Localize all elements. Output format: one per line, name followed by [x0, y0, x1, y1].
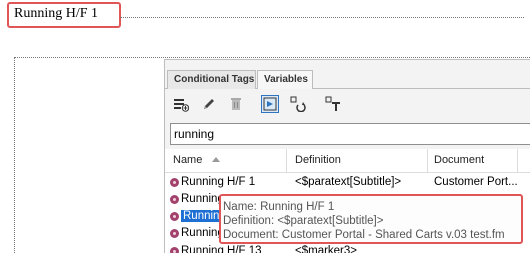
delete-variable-button[interactable] [227, 95, 245, 113]
delete-trash-icon [231, 98, 241, 110]
row-document: Customer Port... [434, 176, 518, 188]
variables-toolbar [165, 90, 530, 118]
table-header: Name Definition Document [165, 149, 530, 173]
column-header-name[interactable]: Name [173, 154, 202, 166]
row-name: Runnin [181, 210, 222, 222]
variable-icon [170, 195, 179, 204]
insert-variable-icon [263, 97, 277, 111]
variable-tooltip: Name: Running H/F 1 Definition: <$parate… [219, 194, 523, 244]
row-name: Running H/F 13 [181, 245, 262, 253]
convert-variable-button[interactable] [289, 95, 307, 113]
sort-ascending-icon [212, 157, 220, 162]
column-header-definition[interactable]: Definition [295, 154, 341, 166]
running-header-label: Running H/F 1 [7, 2, 121, 28]
table-row[interactable]: Running H/F 13 <$marker3> [165, 243, 530, 253]
row-name: Running [181, 193, 224, 205]
column-header-document[interactable]: Document [434, 154, 484, 166]
edit-variable-button[interactable] [200, 95, 218, 113]
column-divider[interactable] [517, 149, 518, 173]
edit-pencil-icon [204, 99, 214, 109]
document-frame-left-border [14, 57, 15, 253]
variable-icon [170, 212, 179, 221]
variable-search-input[interactable]: running [170, 123, 530, 145]
row-definition: <$paratext[Subtitle]> [295, 176, 402, 188]
convert-to-text-icon [325, 96, 340, 111]
variable-icon [170, 247, 179, 253]
column-divider[interactable] [427, 149, 428, 173]
header-frame-line [120, 17, 524, 18]
convert-variable-icon [290, 96, 306, 112]
panel-tab-bar: Conditional Tags Variables [165, 70, 530, 89]
tab-variables[interactable]: Variables [257, 70, 313, 89]
tooltip-definition: Definition: <$paratext[Subtitle]> [223, 215, 384, 227]
running-header-text: Running H/F 1 [14, 6, 99, 21]
table-row[interactable]: Running H/F 1 <$paratext[Subtitle]> Cust… [165, 174, 530, 191]
row-name: Running H/F 1 [181, 176, 256, 188]
variable-icon [170, 229, 179, 238]
tooltip-document: Document: Customer Portal - Shared Carts… [223, 229, 505, 241]
column-divider[interactable] [286, 149, 287, 173]
tab-conditional-tags[interactable]: Conditional Tags [167, 70, 256, 89]
create-variable-icon [174, 99, 189, 112]
row-name: Running [181, 227, 224, 239]
convert-to-text-button[interactable] [324, 95, 342, 113]
tooltip-name: Name: Running H/F 1 [223, 201, 335, 213]
row-definition: <$marker3> [295, 245, 358, 253]
create-variable-button[interactable] [172, 95, 190, 113]
insert-variable-button[interactable] [261, 95, 279, 113]
document-frame-top-border [14, 57, 530, 58]
variable-icon [170, 178, 179, 187]
